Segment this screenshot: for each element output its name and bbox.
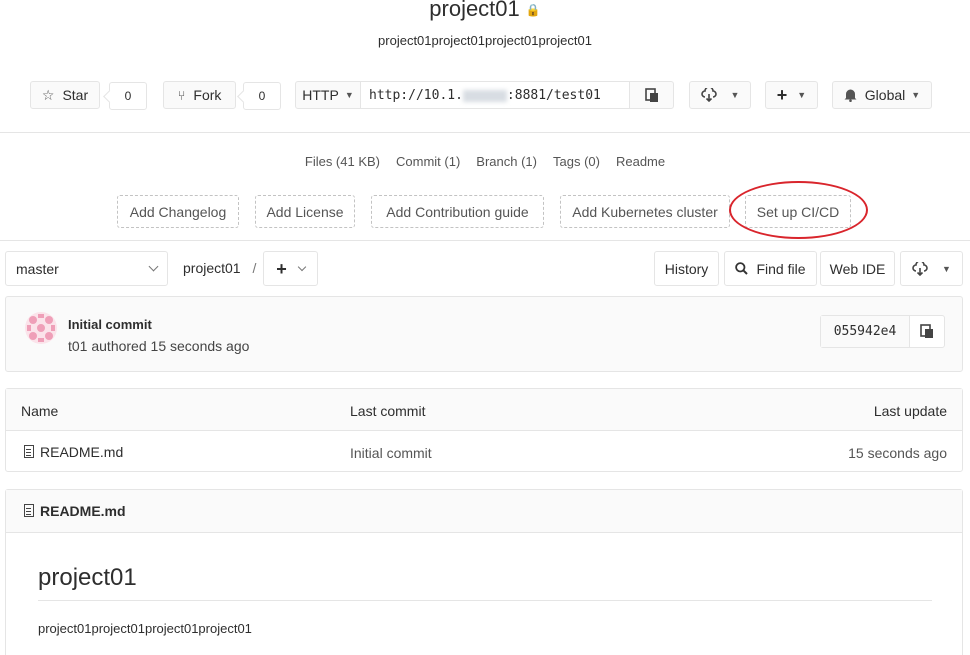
commit-title[interactable]: Initial commit — [68, 317, 152, 332]
commit-meta: t01 authored 15 seconds ago — [68, 338, 250, 354]
plus-icon: + — [276, 258, 287, 279]
column-name: Name — [21, 403, 59, 419]
commit-time: 15 seconds ago — [150, 338, 250, 354]
add-kubernetes-cluster-button[interactable]: Add Kubernetes cluster — [560, 195, 730, 228]
file-table: Name Last commit Last update README.md I… — [5, 388, 963, 472]
breadcrumb: project01 / — [183, 260, 257, 276]
download-dropdown-tree[interactable]: ▼ — [900, 251, 963, 286]
row-commit-link[interactable]: Initial commit — [350, 445, 432, 461]
fork-button[interactable]: ⑂ Fork — [163, 81, 236, 109]
commits-link[interactable]: Commit (1) — [396, 154, 460, 169]
clone-protocol-dropdown[interactable]: HTTP ▼ — [295, 81, 361, 109]
chevron-down-icon — [148, 261, 159, 272]
star-icon: ☆ — [41, 86, 55, 103]
files-link[interactable]: Files (41 KB) — [305, 154, 380, 169]
fork-icon: ⑂ — [177, 87, 186, 103]
cloud-download-icon — [700, 88, 717, 102]
project-title: project01 🔒 — [0, 0, 970, 22]
table-header: Name Last commit Last update — [6, 389, 962, 431]
bell-icon — [844, 89, 857, 102]
clipboard-icon — [920, 324, 933, 338]
caret-down-icon: ▼ — [730, 90, 740, 100]
divider — [38, 600, 932, 601]
clipboard-icon — [644, 87, 658, 102]
column-last-commit: Last commit — [350, 403, 426, 419]
caret-down-icon: ▼ — [797, 90, 807, 100]
clone-url-field[interactable]: http://10.1.:8881/test01 — [360, 81, 630, 109]
add-dropdown[interactable]: + ▼ — [765, 81, 818, 109]
cloud-download-icon — [912, 261, 928, 276]
plus-icon: + — [776, 85, 788, 105]
find-file-button[interactable]: Find file — [724, 251, 817, 286]
divider — [0, 132, 970, 133]
branches-link[interactable]: Branch (1) — [476, 154, 537, 169]
readme-header: README.md — [6, 490, 962, 533]
caret-down-icon: ▼ — [344, 90, 354, 100]
table-row: README.md Initial commit 15 seconds ago — [6, 431, 962, 472]
history-button[interactable]: History — [654, 251, 719, 286]
tags-link[interactable]: Tags (0) — [553, 154, 600, 169]
add-contribution-guide-button[interactable]: Add Contribution guide — [371, 195, 544, 228]
highlight-annotation — [729, 181, 868, 239]
chevron-down-icon — [297, 262, 306, 271]
download-dropdown[interactable]: ▼ — [689, 81, 751, 109]
column-last-update: Last update — [873, 403, 947, 419]
caret-down-icon: ▼ — [911, 90, 921, 100]
copy-url-button[interactable] — [629, 81, 674, 109]
lock-icon: 🔒 — [525, 3, 541, 18]
readme-panel: README.md project01 project01project01pr… — [5, 489, 963, 655]
branch-select[interactable]: master — [5, 251, 168, 286]
file-icon — [24, 504, 34, 517]
project-description: project01project01project01project01 — [378, 33, 592, 48]
fork-count[interactable]: 0 — [243, 82, 281, 110]
search-icon — [735, 262, 749, 275]
readme-heading: project01 — [38, 564, 137, 591]
add-file-dropdown[interactable]: + — [263, 251, 318, 286]
web-ide-button[interactable]: Web IDE — [820, 251, 895, 286]
row-updated: 15 seconds ago — [848, 445, 947, 461]
project-name: project01 — [429, 0, 520, 21]
last-commit-panel: Initial commit t01 authored 15 seconds a… — [5, 296, 963, 372]
copy-sha-button[interactable] — [910, 316, 944, 347]
avatar[interactable] — [25, 312, 57, 344]
file-icon — [24, 445, 34, 458]
caret-down-icon: ▼ — [942, 263, 951, 274]
readme-filename-link[interactable]: README.md — [24, 503, 126, 519]
add-changelog-button[interactable]: Add Changelog — [117, 195, 239, 228]
redacted-blur — [462, 89, 507, 102]
divider — [0, 240, 970, 241]
notification-dropdown[interactable]: Global ▼ — [832, 81, 932, 109]
breadcrumb-root[interactable]: project01 — [183, 260, 241, 276]
add-license-button[interactable]: Add License — [255, 195, 355, 228]
star-count[interactable]: 0 — [109, 82, 147, 110]
readme-link[interactable]: Readme — [616, 154, 665, 169]
commit-sha[interactable]: 055942e4 — [821, 316, 910, 347]
readme-body: project01project01project01project01 — [38, 621, 252, 636]
project-stats: Files (41 KB) Commit (1) Branch (1) Tags… — [0, 154, 970, 169]
star-button[interactable]: ☆ Star — [30, 81, 100, 109]
commit-author[interactable]: t01 — [68, 338, 87, 354]
file-link[interactable]: README.md — [24, 444, 123, 460]
commit-sha-group: 055942e4 — [820, 315, 945, 348]
